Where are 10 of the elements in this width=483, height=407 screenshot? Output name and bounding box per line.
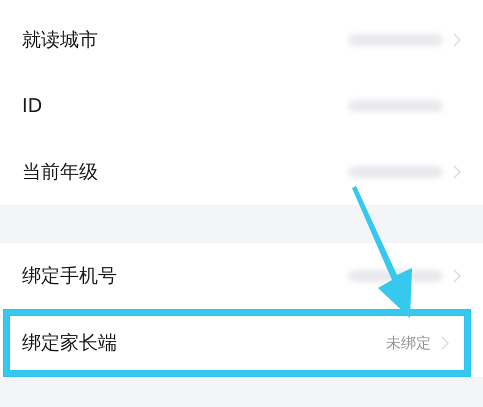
settings-row[interactable]: ID — [0, 73, 483, 139]
row-label: ID — [22, 95, 44, 117]
row-label: 当前年级 — [22, 160, 99, 185]
row-value: 未绑定 — [386, 334, 431, 352]
row-label: 就读城市 — [22, 28, 99, 53]
settings-row[interactable]: 就读城市 — [0, 7, 483, 73]
highlighted-row[interactable]: 绑定家长端 未绑定 — [3, 309, 471, 377]
row-label: 绑定家长端 — [22, 331, 118, 356]
row-label: 绑定手机号 — [22, 264, 118, 289]
settings-row[interactable]: 当前年级 — [0, 139, 483, 205]
